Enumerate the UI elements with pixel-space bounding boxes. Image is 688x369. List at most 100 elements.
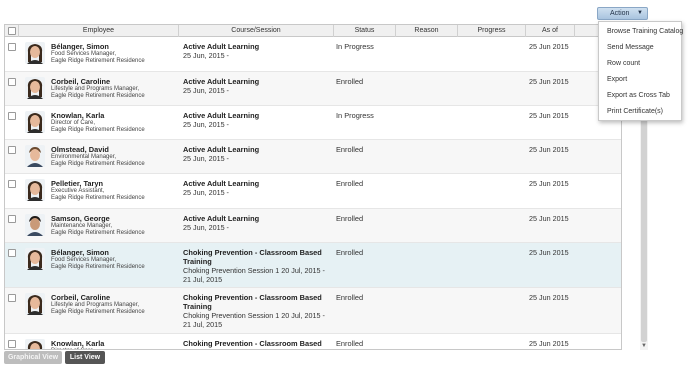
column-asof[interactable]: As of: [526, 25, 575, 37]
column-status[interactable]: Status: [334, 25, 396, 37]
session-info: Choking Prevention Session 1 20 Jul, 201…: [183, 311, 325, 329]
employee-name[interactable]: Olmstead, David: [51, 145, 109, 154]
employee-name[interactable]: Pelletier, Taryn: [51, 179, 103, 188]
employee-organization: Eagle Ridge Retirement Residence: [51, 230, 145, 236]
menu-item-print-certificates[interactable]: Print Certificate(s): [607, 108, 663, 115]
avatar: [25, 145, 45, 167]
employee-title: Director of Care,: [51, 120, 96, 126]
enrollment-status: In Progress: [336, 111, 374, 120]
enrollment-status: Enrolled: [336, 214, 364, 223]
avatar: [25, 42, 45, 64]
enrollment-status: Enrolled: [336, 293, 364, 302]
employee-name[interactable]: Corbeil, Caroline: [51, 293, 110, 302]
table-row[interactable]: Knowlan, KarlaDirector of Care,Eagle Rid…: [5, 106, 621, 140]
as-of-date: 25 Jun 2015: [529, 77, 569, 86]
employee-organization: Eagle Ridge Retirement Residence: [51, 93, 145, 99]
avatar: [25, 214, 45, 236]
avatar: [25, 339, 45, 349]
row-checkbox[interactable]: [8, 78, 16, 86]
employee-name[interactable]: Knowlan, Karla: [51, 111, 104, 120]
chevron-down-icon: ▼: [637, 10, 643, 16]
list-view-button[interactable]: List View: [65, 351, 105, 364]
menu-item-send-message[interactable]: Send Message: [607, 44, 654, 51]
as-of-date: 25 Jun 2015: [529, 42, 569, 51]
course-name: Active Adult Learning: [183, 111, 260, 120]
session-info: 25 Jun, 2015 -: [183, 223, 229, 232]
as-of-date: 25 Jun 2015: [529, 111, 569, 120]
enrollment-status: Enrolled: [336, 145, 364, 154]
as-of-date: 25 Jun 2015: [529, 293, 569, 302]
grid-header: Employee Course/Session Status Reason Pr…: [5, 25, 621, 37]
row-checkbox[interactable]: [8, 43, 16, 51]
employee-name[interactable]: Bélanger, Simon: [51, 248, 109, 257]
graphical-view-button[interactable]: Graphical View: [4, 351, 62, 364]
course-name: Active Adult Learning: [183, 179, 260, 188]
session-info: Choking Prevention Session 1 20 Jul, 201…: [183, 266, 325, 284]
employee-title: Lifestyle and Programs Manager,: [51, 302, 140, 308]
course-name: Choking Prevention - Classroom Based Tra…: [183, 248, 322, 266]
employee-organization: Eagle Ridge Retirement Residence: [51, 195, 145, 201]
action-button[interactable]: Action ▼: [597, 7, 648, 20]
session-info: 25 Jun, 2015 -: [183, 51, 229, 60]
row-checkbox[interactable]: [8, 146, 16, 154]
table-row[interactable]: Bélanger, Simon Food Services Manager, Eag…: [5, 243, 621, 288]
employee-title: Director of Care,: [51, 348, 95, 349]
row-checkbox[interactable]: [8, 112, 16, 120]
action-button-label: Action: [610, 10, 630, 17]
row-checkbox[interactable]: [8, 180, 16, 188]
session-info: 25 Jun, 2015 -: [183, 188, 229, 197]
column-reason[interactable]: Reason: [396, 25, 458, 37]
table-row[interactable]: Knowlan, KarlaDirector of Care,Eagle Rid…: [5, 334, 621, 349]
employee-title: Executive Assistant,: [51, 188, 105, 194]
course-name: Active Adult Learning: [183, 214, 260, 223]
employee-name[interactable]: Bélanger, Simon: [51, 42, 109, 51]
course-name: Active Adult Learning: [183, 77, 260, 86]
row-checkbox[interactable]: [8, 340, 16, 348]
avatar: [25, 111, 45, 133]
employee-organization: Eagle Ridge Retirement Residence: [51, 264, 145, 270]
enrollment-status: Enrolled: [336, 248, 364, 257]
table-row[interactable]: Olmstead, David Environmental Manager, Eag…: [5, 140, 621, 174]
column-employee[interactable]: Employee: [19, 25, 179, 37]
table-row[interactable]: Samson, George Maintenance Manager, Eagle …: [5, 209, 621, 243]
menu-item-browse-training-catalog[interactable]: Browse Training Catalog: [607, 28, 683, 35]
table-row[interactable]: Bélanger, Simon Food Services Manager, Eag…: [5, 37, 621, 72]
column-progress[interactable]: Progress: [458, 25, 526, 37]
enrollment-status: Enrolled: [336, 339, 364, 348]
employee-name[interactable]: Corbeil, Caroline: [51, 77, 110, 86]
row-checkbox[interactable]: [8, 249, 16, 257]
session-info: 25 Jun, 2015 -: [183, 154, 229, 163]
table-row[interactable]: Corbeil, Caroline Lifestyle and Programs …: [5, 72, 621, 106]
employee-name[interactable]: Samson, George: [51, 214, 110, 223]
avatar: [25, 77, 45, 99]
avatar: [25, 293, 45, 315]
as-of-date: 25 Jun 2015: [529, 179, 569, 188]
employee-organization: Eagle Ridge Retirement Residence: [51, 127, 145, 133]
course-name: Active Adult Learning: [183, 145, 260, 154]
enrollment-grid: Employee Course/Session Status Reason Pr…: [4, 24, 622, 350]
session-info: 25 Jun, 2015 -: [183, 86, 229, 95]
table-row[interactable]: Pelletier, Taryn Executive Assistant, Eagl…: [5, 174, 621, 209]
row-checkbox[interactable]: [8, 294, 16, 302]
menu-item-export[interactable]: Export: [607, 76, 627, 83]
enrollment-status: Enrolled: [336, 179, 364, 188]
course-name: Choking Prevention - Classroom Based Tra…: [183, 339, 322, 349]
enrollment-status: Enrolled: [336, 77, 364, 86]
employee-organization: Eagle Ridge Retirement Residence: [51, 161, 145, 167]
select-all-checkbox[interactable]: [8, 27, 16, 35]
employee-title: Food Services Manager,: [51, 51, 117, 57]
employee-name[interactable]: Knowlan, Karla: [51, 339, 104, 348]
menu-item-row-count[interactable]: Row count: [607, 60, 640, 67]
scroll-down-arrow-icon[interactable]: ▼: [641, 343, 647, 349]
table-row[interactable]: Corbeil, Caroline Lifestyle and Programs …: [5, 288, 621, 334]
column-course[interactable]: Course/Session: [179, 25, 334, 37]
menu-item-export-cross-tab[interactable]: Export as Cross Tab: [607, 92, 670, 99]
employee-title: Maintenance Manager,: [51, 223, 113, 229]
as-of-date: 25 Jun 2015: [529, 339, 569, 348]
row-checkbox[interactable]: [8, 215, 16, 223]
employee-organization: Eagle Ridge Retirement Residence: [51, 309, 145, 315]
employee-title: Food Services Manager,: [51, 257, 117, 263]
course-name: Active Adult Learning: [183, 42, 260, 51]
avatar: [25, 248, 45, 270]
as-of-date: 25 Jun 2015: [529, 145, 569, 154]
